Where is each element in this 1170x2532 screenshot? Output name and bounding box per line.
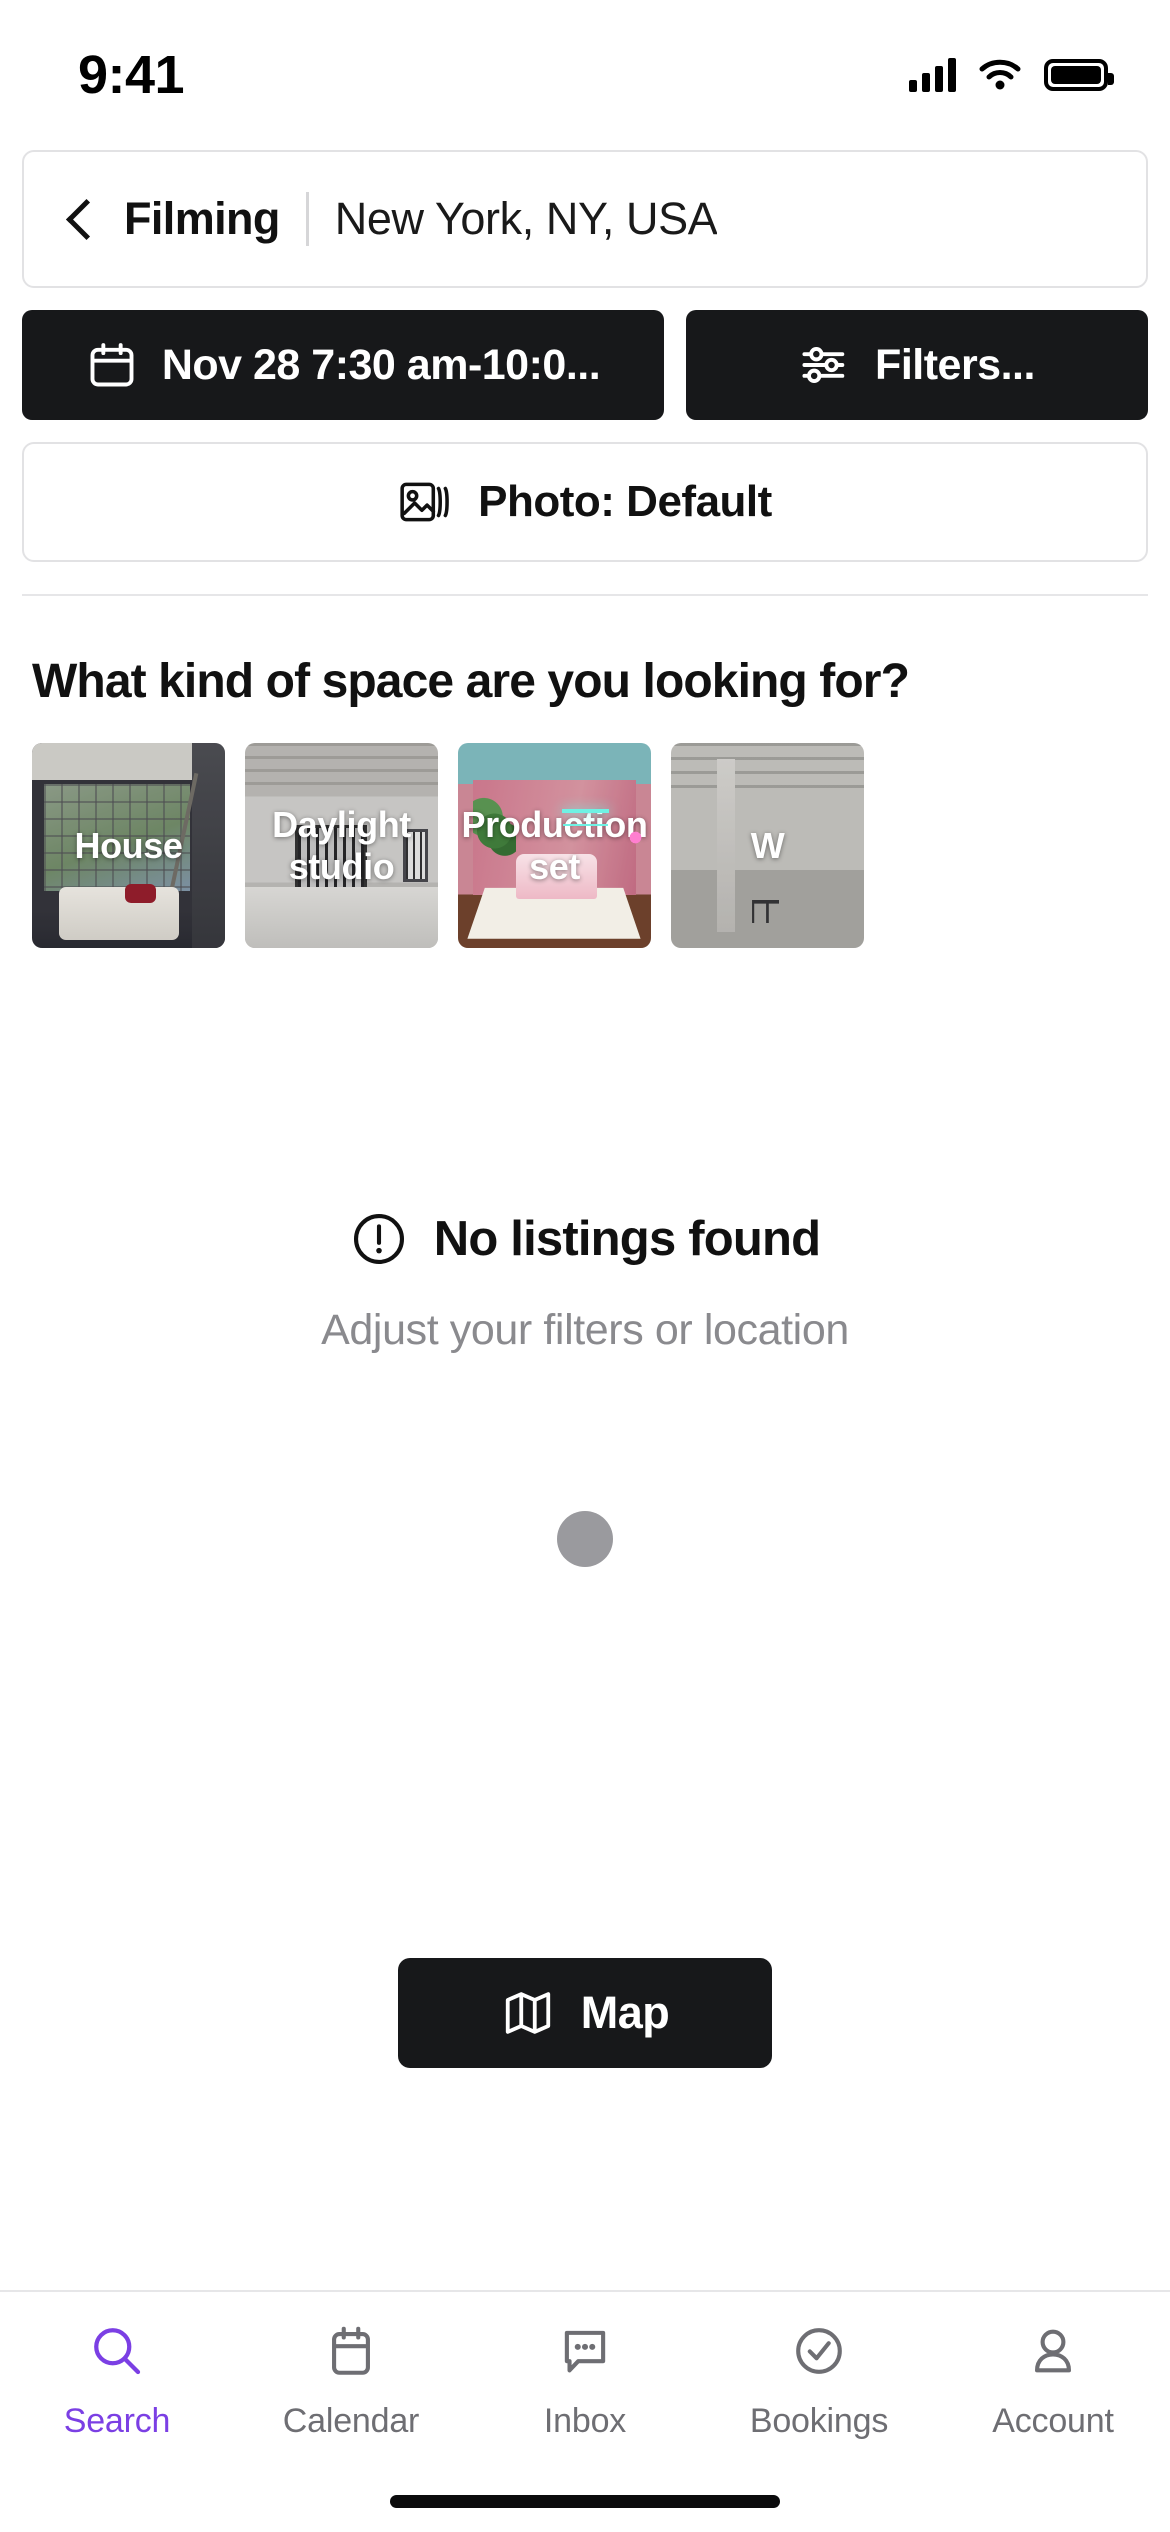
tab-label-bookings: Bookings — [749, 2402, 889, 2440]
status-bar: 9:41 — [0, 0, 1170, 150]
tab-calendar[interactable]: Calendar — [234, 2318, 468, 2441]
filters-label: Filters... — [875, 340, 1035, 389]
category-card-label: W — [750, 824, 785, 866]
tab-label-calendar: Calendar — [282, 2402, 420, 2440]
category-card-label: Production set — [461, 803, 648, 887]
category-card-production-set[interactable]: Production set — [458, 743, 651, 948]
calendar-icon — [90, 343, 134, 387]
empty-state: No listings found Adjust your filters or… — [0, 1210, 1170, 1567]
tab-label-search: Search — [63, 2402, 171, 2440]
search-icon — [87, 2318, 147, 2384]
photo-type-button[interactable]: Photo: Default — [22, 442, 1148, 562]
photo-stack-icon — [400, 482, 450, 522]
photo-type-label: Photo: Default — [478, 477, 772, 526]
status-bar-indicators — [909, 58, 1114, 92]
tab-inbox[interactable]: Inbox — [468, 2318, 702, 2441]
loading-dot — [557, 1511, 613, 1567]
empty-state-title: No listings found — [433, 1212, 821, 1266]
tab-label-account: Account — [992, 2402, 1114, 2440]
category-card-house[interactable]: House — [32, 743, 225, 948]
search-mode-label: Filming — [124, 193, 280, 244]
map-button[interactable]: Map — [398, 1958, 772, 2068]
home-indicator — [390, 2495, 780, 2508]
search-location-label: New York, NY, USA — [334, 193, 718, 244]
exclamation-circle-icon — [353, 1213, 404, 1265]
tab-label-inbox: Inbox — [543, 2402, 627, 2440]
date-range-label: Nov 28 7:30 am-10:0... — [161, 340, 601, 389]
category-card-daylight-studio[interactable]: Daylight studio — [245, 743, 438, 948]
tab-account[interactable]: Account — [936, 2318, 1170, 2441]
status-bar-time: 9:41 — [78, 45, 185, 105]
sliders-icon — [802, 347, 845, 383]
search-header: Filming New York, NY, USA Nov 28 7:30 am… — [0, 150, 1170, 596]
battery-full-icon — [1044, 59, 1114, 91]
person-icon — [1024, 2318, 1082, 2384]
filters-button[interactable]: Filters... — [686, 310, 1148, 420]
date-range-button[interactable]: Nov 28 7:30 am-10:0... — [22, 310, 664, 420]
category-carousel[interactable]: House Daylight studio Production set W — [0, 709, 1170, 948]
category-card-label: Daylight studio — [272, 803, 411, 887]
empty-state-subtitle: Adjust your filters or location — [321, 1306, 849, 1354]
filter-pill-row: Nov 28 7:30 am-10:0... Filters... — [22, 310, 1148, 420]
category-section-title: What kind of space are you looking for? — [32, 655, 910, 708]
category-card-label: House — [74, 824, 183, 866]
wifi-icon — [979, 59, 1021, 90]
category-card-warehouse[interactable]: W — [671, 743, 864, 948]
cellular-bars-icon — [909, 58, 956, 92]
map-icon — [505, 1992, 550, 2034]
map-button-label: Map — [580, 1987, 670, 2038]
search-bar[interactable]: Filming New York, NY, USA — [22, 150, 1148, 288]
calendar-icon — [322, 2318, 380, 2384]
chat-bubble-icon — [556, 2318, 614, 2384]
map-button-container: Map — [0, 1958, 1170, 2068]
tab-search[interactable]: Search — [0, 2318, 234, 2441]
chevron-left-icon[interactable] — [58, 197, 102, 241]
check-circle-icon — [790, 2318, 848, 2384]
search-divider — [305, 192, 309, 246]
tab-bookings[interactable]: Bookings — [702, 2318, 936, 2441]
